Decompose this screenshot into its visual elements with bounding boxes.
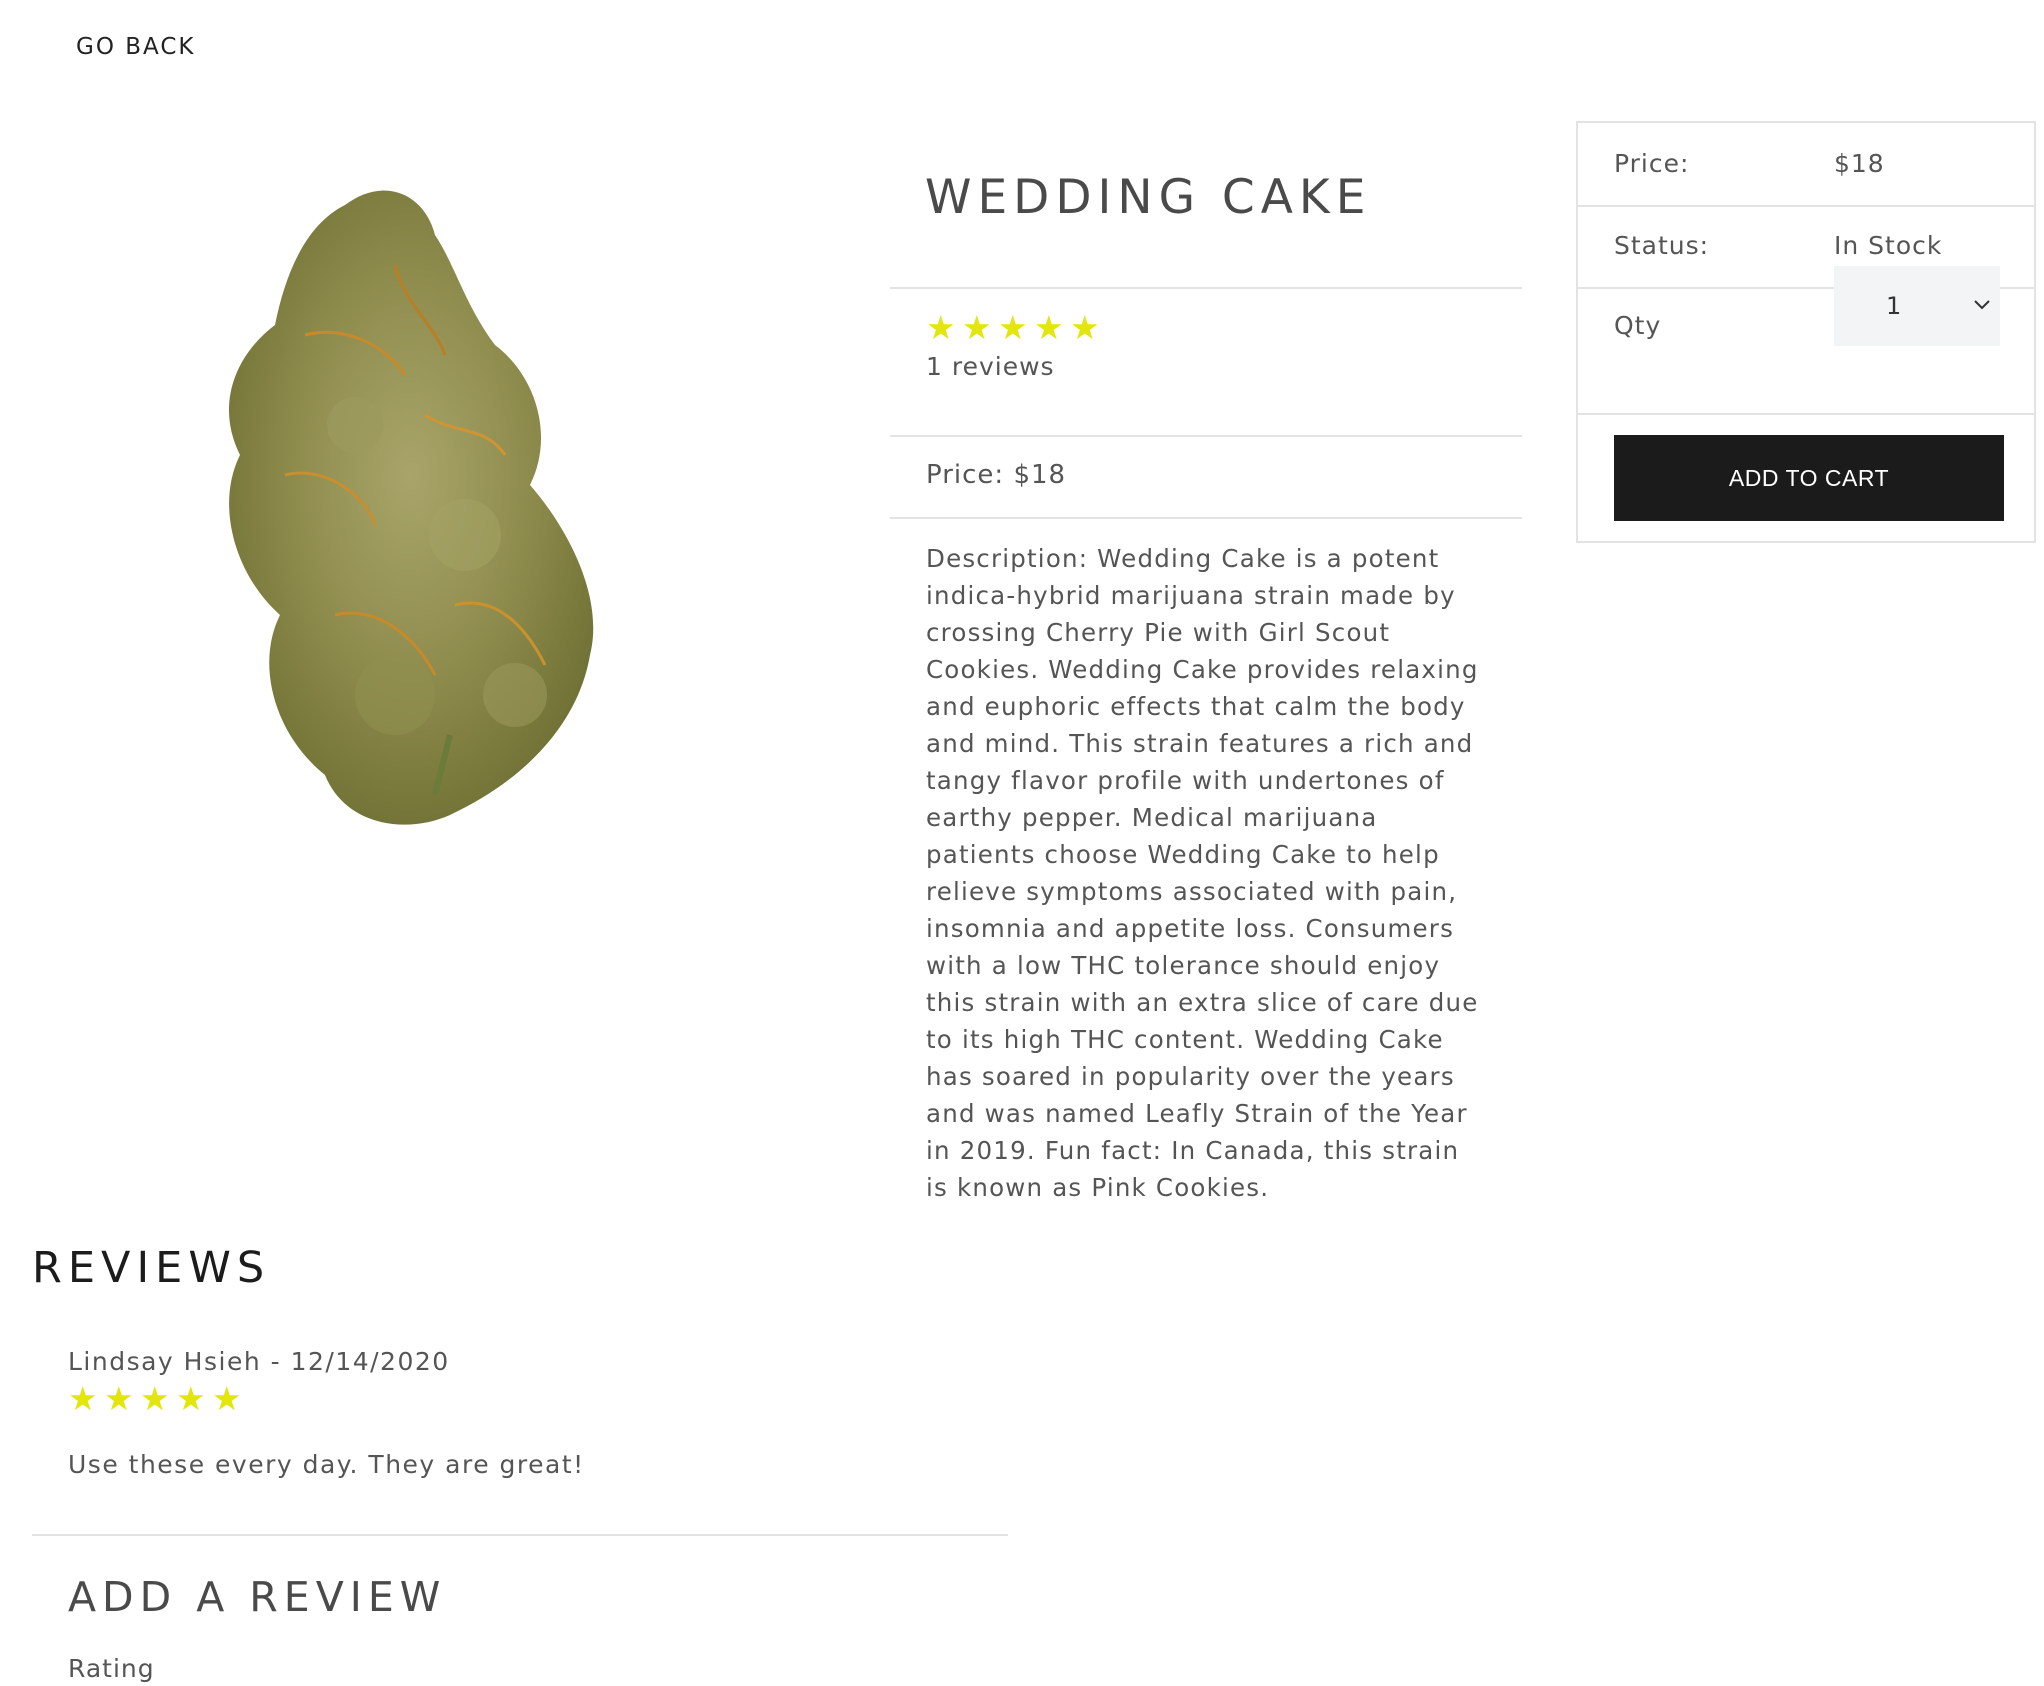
product-title: WEDDING CAKE	[925, 170, 1372, 225]
cart-panel: Price: $18 Status: In Stock Qty 1 ADD TO…	[1576, 121, 2036, 543]
star-icon: ★	[176, 1379, 206, 1418]
star-icon: ★	[998, 308, 1028, 347]
cart-price-label: Price:	[1614, 149, 1690, 178]
star-icon: ★	[212, 1379, 242, 1418]
qty-select[interactable]: 1	[1834, 266, 2000, 346]
star-icon: ★	[962, 308, 992, 347]
divider	[890, 517, 1522, 519]
chevron-down-icon	[1974, 300, 1990, 310]
review-rating-stars: ★ ★ ★ ★ ★	[68, 1379, 242, 1418]
star-icon: ★	[926, 308, 956, 347]
cart-price-row: Price: $18	[1578, 123, 2034, 207]
add-review-heading: ADD A REVIEW	[68, 1573, 447, 1621]
cart-price-value: $18	[1834, 149, 1885, 178]
product-image	[195, 175, 665, 835]
cart-status-value: In Stock	[1834, 231, 1943, 260]
star-icon: ★	[104, 1379, 134, 1418]
star-icon: ★	[68, 1379, 98, 1418]
review-author-date: Lindsay Hsieh - 12/14/2020	[68, 1347, 450, 1376]
star-icon: ★	[1034, 308, 1064, 347]
review-comment: Use these every day. They are great!	[68, 1450, 585, 1479]
product-price: Price: $18	[926, 460, 1067, 490]
divider	[890, 435, 1522, 437]
add-to-cart-button[interactable]: ADD TO CART	[1614, 435, 2004, 521]
cannabis-bud-image	[228, 190, 594, 825]
qty-value: 1	[1886, 292, 1902, 320]
product-description: Description: Wedding Cake is a potent in…	[926, 544, 1479, 1202]
divider	[890, 287, 1522, 289]
product-rating-stars: ★ ★ ★ ★ ★	[926, 308, 1100, 347]
reviews-count: 1 reviews	[926, 352, 1055, 381]
divider	[32, 1534, 1008, 1536]
star-icon: ★	[1070, 308, 1100, 347]
rating-label: Rating	[68, 1654, 155, 1683]
go-back-link[interactable]: GO BACK	[76, 34, 196, 60]
cart-qty-label: Qty	[1614, 311, 1662, 340]
reviews-heading: REVIEWS	[32, 1243, 271, 1293]
cart-status-label: Status:	[1614, 231, 1710, 260]
star-icon: ★	[140, 1379, 170, 1418]
